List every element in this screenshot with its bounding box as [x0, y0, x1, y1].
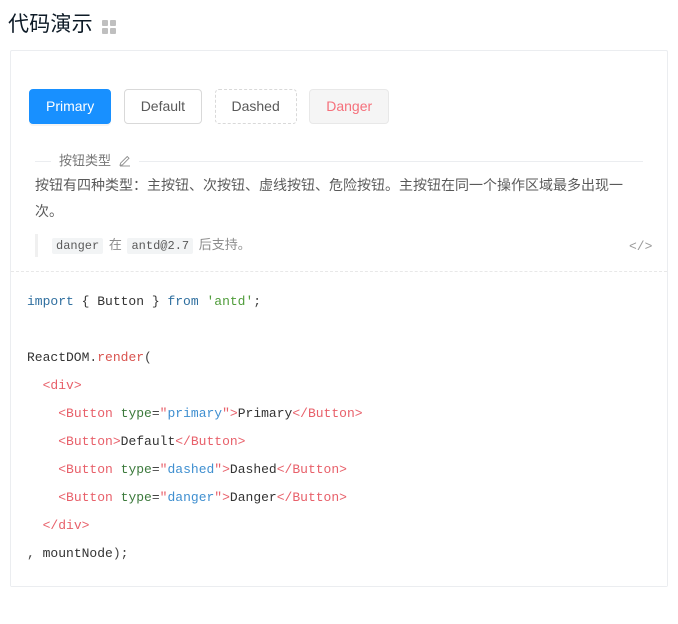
note-code-version: antd@2.7 — [127, 238, 194, 254]
demo-note: danger 在 antd@2.7 后支持。 — [35, 234, 643, 257]
danger-button[interactable]: Danger — [309, 89, 390, 124]
default-button[interactable]: Default — [123, 89, 203, 124]
demo-stage: Primary Default Dashed Danger — [11, 51, 667, 144]
note-text-tail: 后支持。 — [198, 237, 251, 252]
note-text-mid: 在 — [108, 237, 122, 252]
note-code-danger: danger — [52, 238, 104, 254]
pencil-icon[interactable] — [119, 153, 131, 167]
code-block: import { Button } from 'antd'; ReactDOM.… — [11, 272, 667, 586]
code-source: import { Button } from 'antd'; ReactDOM.… — [27, 294, 363, 561]
meta-title-row: 按钮类型 — [35, 151, 643, 171]
dashed-button[interactable]: Dashed — [214, 89, 297, 124]
demo-title: 按钮类型 — [51, 151, 139, 171]
demo-description: 按钮有四种类型：主按钮、次按钮、虚线按钮、危险按钮。主按钮在同一个操作区域最多出… — [35, 177, 623, 219]
appstore-grid-icon — [101, 19, 117, 35]
demo-title-text: 按钮类型 — [59, 153, 112, 168]
page-header: 代码演示 — [0, 0, 678, 42]
code-expand-icon[interactable]: </> — [629, 237, 652, 257]
primary-button[interactable]: Primary — [29, 89, 112, 124]
code-demo-card: Primary Default Dashed Danger 按钮类型 按钮有四种… — [10, 50, 668, 587]
demo-meta: 按钮类型 按钮有四种类型：主按钮、次按钮、虚线按钮、危险按钮。主按钮在同一个操作… — [11, 144, 667, 271]
page-title: 代码演示 — [8, 13, 93, 36]
